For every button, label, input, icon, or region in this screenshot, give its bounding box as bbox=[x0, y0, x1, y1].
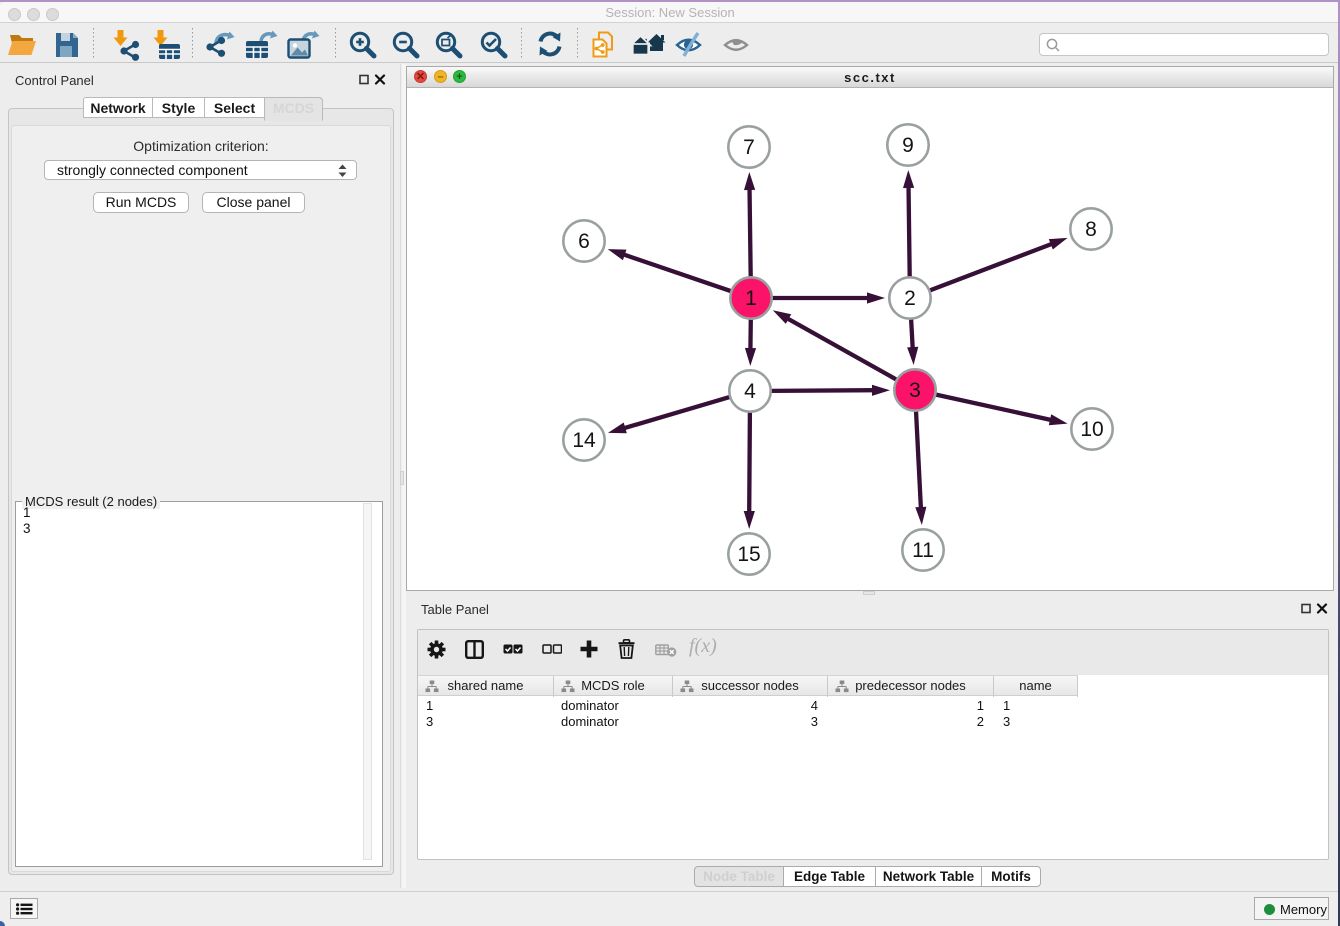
svg-text:2: 2 bbox=[904, 287, 916, 310]
svg-text:1: 1 bbox=[745, 287, 757, 310]
svg-text:11: 11 bbox=[912, 539, 934, 562]
svg-text:14: 14 bbox=[572, 429, 596, 452]
svg-text:7: 7 bbox=[743, 136, 755, 159]
svg-text:4: 4 bbox=[744, 380, 756, 403]
svg-text:3: 3 bbox=[909, 379, 921, 402]
svg-text:9: 9 bbox=[902, 134, 914, 157]
svg-text:10: 10 bbox=[1080, 418, 1103, 441]
svg-text:8: 8 bbox=[1085, 218, 1097, 241]
svg-text:15: 15 bbox=[737, 543, 760, 566]
svg-text:6: 6 bbox=[578, 230, 590, 253]
